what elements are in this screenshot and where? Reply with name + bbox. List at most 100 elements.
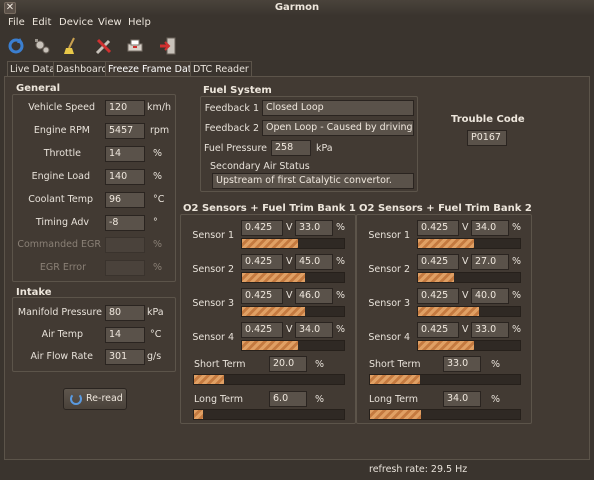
tab-dtc-reader[interactable]: DTC Reader	[190, 61, 252, 77]
close-icon[interactable]: ✕	[4, 2, 16, 14]
bank2-sensor2-tunit: %	[512, 256, 522, 267]
bank1-sensor1-bar	[241, 238, 345, 249]
engine-load-unit: %	[153, 171, 163, 182]
bank1-short-term-bar	[193, 374, 345, 385]
bank1-sensor4-tunit: %	[336, 324, 346, 335]
bank2-sensor2-vunit: V	[462, 256, 469, 267]
bank1-sensor3-volts: 0.425	[241, 288, 283, 304]
engine-rpm-label: Engine RPM	[33, 125, 90, 136]
print-icon[interactable]	[125, 36, 145, 56]
fuel-pressure-unit: kPa	[316, 143, 333, 154]
fuel-pressure-label: Fuel Pressure	[203, 143, 267, 154]
bank2-sensor4-tunit: %	[512, 324, 522, 335]
feedback2-label: Feedback 2	[204, 123, 259, 134]
vehicle-speed-label: Vehicle Speed	[28, 102, 95, 113]
tab-strip: Live Data Dashboard Freeze Frame Data DT…	[0, 61, 594, 77]
tab-dashboard[interactable]: Dashboard	[53, 61, 111, 77]
bank2-sensor3-label: Sensor 3	[368, 298, 410, 309]
bank2-sensor3-bar	[417, 306, 521, 317]
feedback2-field: Open Loop - Caused by driving con	[262, 120, 414, 136]
tab-freeze-frame-data[interactable]: Freeze Frame Data	[105, 61, 201, 77]
egr-error-unit: %	[153, 262, 163, 273]
bank2-long-term-field: 34.0	[443, 391, 481, 407]
bank1-sensor2-vunit: V	[286, 256, 293, 267]
bank2-long-term-label: Long Term	[369, 394, 419, 405]
bank1-long-term-field: 6.0	[269, 391, 307, 407]
freeze-frame-panel: General Vehicle Speed 120 km/h Engine RP…	[4, 76, 590, 460]
bank1-long-term-label: Long Term	[194, 394, 244, 405]
feedback1-label: Feedback 1	[204, 103, 259, 114]
commanded-egr-label: Commanded EGR	[17, 239, 101, 250]
bank2-short-term-bar	[369, 374, 521, 385]
bank1-sensor4-trim: 34.0	[295, 322, 333, 338]
bank1-sensor3-label: Sensor 3	[192, 298, 234, 309]
menu-help[interactable]: Help	[128, 17, 151, 28]
exit-icon[interactable]	[158, 36, 178, 56]
vehicle-speed-field: 120	[105, 100, 145, 116]
menu-edit[interactable]: Edit	[32, 17, 51, 28]
bank1-sensor2-bar	[241, 272, 345, 283]
bank2-sensor1-label: Sensor 1	[368, 230, 410, 241]
trouble-code-label: Trouble Code	[451, 114, 525, 125]
bank2-sensor4-label: Sensor 4	[368, 332, 410, 343]
window-title: Garmon	[274, 2, 320, 13]
secondary-air-field: Upstream of first Catalytic convertor.	[212, 173, 414, 189]
bank1-sensor1-tunit: %	[336, 222, 346, 233]
bank2-long-term-bar	[369, 409, 521, 420]
bank1-sensor1-label: Sensor 1	[192, 230, 234, 241]
vehicle-speed-unit: km/h	[147, 102, 171, 113]
bank1-sensor4-label: Sensor 4	[192, 332, 234, 343]
menu-view[interactable]: View	[98, 17, 122, 28]
engine-load-label: Engine Load	[31, 171, 90, 182]
air-flow-rate-field: 301	[105, 349, 145, 365]
air-temp-label: Air Temp	[41, 329, 83, 340]
bank2-sensor2-trim: 27.0	[471, 254, 509, 270]
fuel-system-title: Fuel System	[203, 85, 272, 96]
bank1-sensor1-volts: 0.425	[241, 220, 283, 236]
menu-device[interactable]: Device	[59, 17, 93, 28]
bank1-sensor3-bar	[241, 306, 345, 317]
engine-load-field: 140	[105, 169, 145, 185]
bank1-sensor2-trim: 45.0	[295, 254, 333, 270]
bank2-sensor2-bar	[417, 272, 521, 283]
air-flow-rate-label: Air Flow Rate	[30, 351, 93, 362]
timing-adv-label: Timing Adv	[35, 217, 89, 228]
tools-icon[interactable]	[94, 36, 114, 56]
bank1-sensor2-tunit: %	[336, 256, 346, 267]
commanded-egr-field	[105, 237, 145, 253]
bank2-short-term-field: 33.0	[443, 356, 481, 372]
reread-button[interactable]: Re-read	[63, 388, 127, 410]
timing-adv-field: -8	[105, 215, 145, 231]
menu-file[interactable]: File	[8, 17, 25, 28]
coolant-temp-label: Coolant Temp	[28, 194, 93, 205]
trouble-code-field: P0167	[467, 130, 507, 146]
egr-error-field	[105, 260, 145, 276]
reread-label: Re-read	[86, 393, 123, 404]
engine-rpm-unit: rpm	[150, 125, 170, 136]
bank2-sensor2-label: Sensor 2	[368, 264, 410, 275]
tab-live-data[interactable]: Live Data	[7, 61, 59, 77]
air-flow-rate-unit: g/s	[147, 351, 162, 362]
fuel-pressure-field: 258	[271, 140, 311, 156]
toolbar	[0, 32, 594, 60]
bank1-sensor3-vunit: V	[286, 290, 293, 301]
bank2-sensor2-volts: 0.425	[417, 254, 459, 270]
manifold-pressure-label: Manifold Pressure	[17, 307, 102, 318]
general-title: General	[16, 83, 60, 94]
refresh-icon	[70, 393, 82, 405]
bank1-sensor2-label: Sensor 2	[192, 264, 234, 275]
coolant-temp-unit: °C	[153, 194, 165, 205]
bank2-sensor1-bar	[417, 238, 521, 249]
refresh-icon[interactable]	[6, 36, 26, 56]
bank2-sensor4-bar	[417, 340, 521, 351]
bank1-sensor4-volts: 0.425	[241, 322, 283, 338]
bank1-long-term-bar	[193, 409, 345, 420]
feedback1-field: Closed Loop	[262, 100, 414, 116]
clear-codes-icon[interactable]	[62, 36, 82, 56]
bank1-sensor3-trim: 46.0	[295, 288, 333, 304]
air-temp-unit: °C	[150, 329, 162, 340]
bank1-sensor4-vunit: V	[286, 324, 293, 335]
device-settings-icon[interactable]	[32, 36, 52, 56]
bank2-sensor1-tunit: %	[512, 222, 522, 233]
manifold-pressure-unit: kPa	[147, 307, 164, 318]
